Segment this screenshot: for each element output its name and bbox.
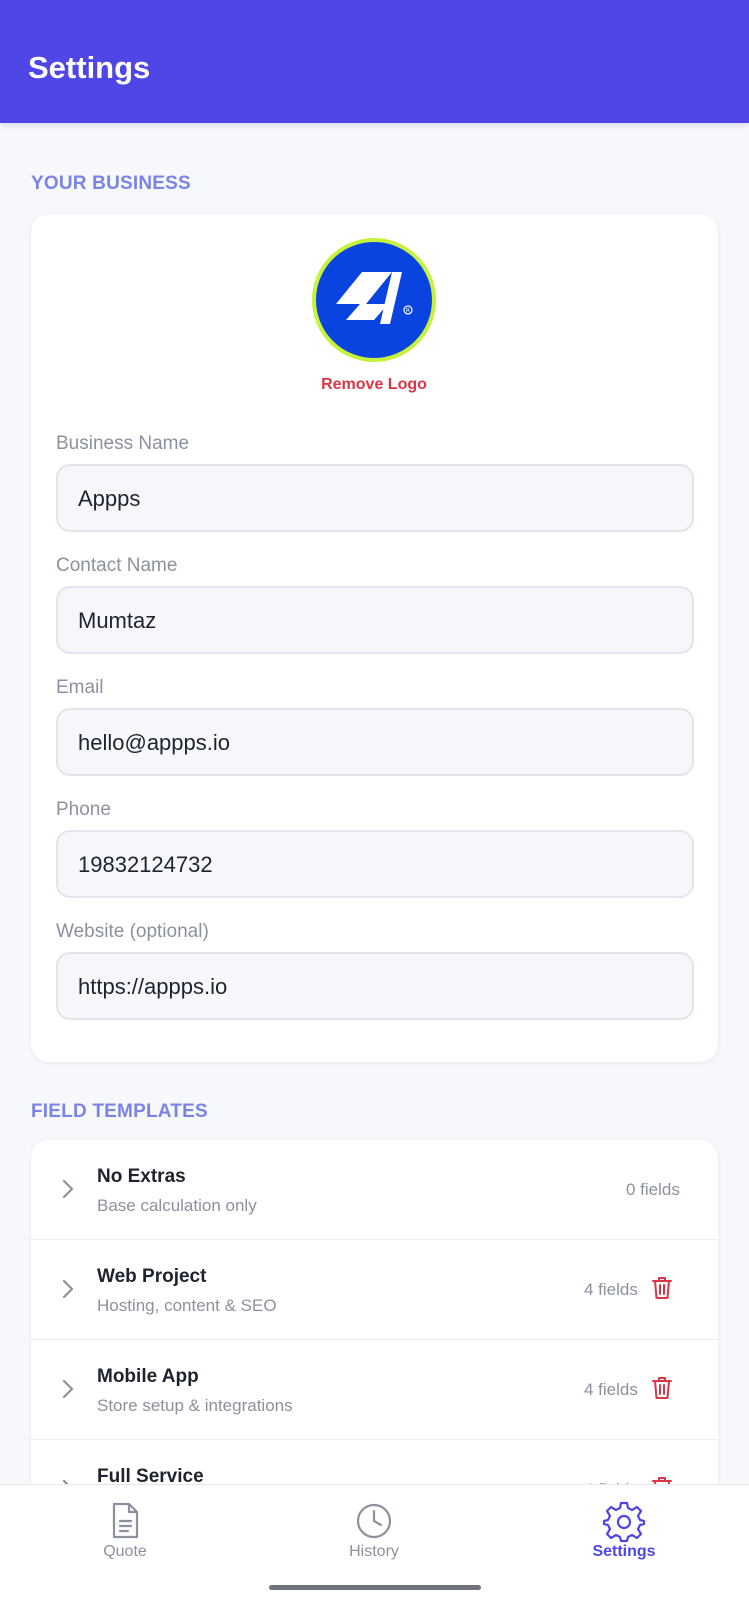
nav-quote-label: Quote — [103, 1543, 147, 1560]
business-name-value: Appps — [78, 486, 141, 511]
template-desc: Hosting, content & SEO — [97, 1296, 277, 1315]
template-count: 4 fields — [584, 1280, 638, 1299]
email-value: hello@appps.io — [78, 730, 230, 755]
contact-name-field[interactable]: Mumtaz — [56, 586, 694, 654]
chevron-right-icon — [62, 1379, 74, 1399]
clock-icon — [356, 1503, 392, 1539]
phone-label: Phone — [56, 799, 111, 820]
contact-name-label: Contact Name — [56, 555, 178, 576]
template-row-mobile-app[interactable]: Mobile App Store setup & integrations 4 … — [31, 1340, 718, 1440]
chevron-right-icon — [62, 1179, 74, 1199]
template-name: Web Project — [97, 1266, 207, 1287]
template-name: Mobile App — [97, 1366, 199, 1387]
bottom-nav: Quote History Settings — [0, 1484, 749, 1601]
nav-settings-label: Settings — [592, 1543, 656, 1560]
template-desc: Base calculation only — [97, 1196, 257, 1215]
app-bar: Settings — [0, 0, 749, 123]
phone-value: 19832124732 — [78, 852, 213, 877]
gear-icon — [602, 1501, 646, 1543]
logo-mark-icon: R — [336, 272, 413, 324]
nav-quote[interactable]: Quote — [40, 1485, 210, 1585]
nav-history-label: History — [349, 1543, 399, 1560]
document-icon — [112, 1502, 139, 1539]
template-name: No Extras — [97, 1166, 186, 1187]
template-desc: Store setup & integrations — [97, 1396, 293, 1415]
templates-card: No Extras Base calculation only 0 fields… — [31, 1140, 718, 1540]
nav-settings[interactable]: Settings — [539, 1485, 709, 1585]
business-logo[interactable]: R — [312, 238, 436, 362]
business-name-label: Business Name — [56, 433, 190, 454]
template-count: 0 fields — [626, 1180, 680, 1199]
template-row-web-project[interactable]: Web Project Hosting, content & SEO 4 fie… — [31, 1240, 718, 1340]
email-field[interactable]: hello@appps.io — [56, 708, 694, 776]
templates-section-label: FIELD TEMPLATES — [31, 1101, 208, 1122]
trash-icon[interactable] — [651, 1375, 673, 1401]
business-section-label: YOUR BUSINESS — [31, 173, 191, 194]
contact-name-value: Mumtaz — [78, 608, 157, 633]
chevron-right-icon — [62, 1279, 74, 1299]
business-name-field[interactable]: Appps — [56, 464, 694, 532]
remove-logo-button[interactable]: Remove Logo — [274, 376, 474, 394]
nav-history[interactable]: History — [289, 1485, 459, 1585]
template-row-no-extras[interactable]: No Extras Base calculation only 0 fields — [31, 1140, 718, 1240]
trash-icon[interactable] — [651, 1275, 673, 1301]
home-indicator — [269, 1585, 481, 1590]
website-value: https://appps.io — [78, 974, 228, 999]
phone-field[interactable]: 19832124732 — [56, 830, 694, 898]
website-field[interactable]: https://appps.io — [56, 952, 694, 1020]
template-count: 4 fields — [584, 1380, 638, 1399]
page-title: Settings — [28, 50, 151, 85]
website-label: Website (optional) — [56, 921, 209, 942]
svg-text:R: R — [406, 308, 410, 315]
email-label: Email — [56, 677, 104, 698]
